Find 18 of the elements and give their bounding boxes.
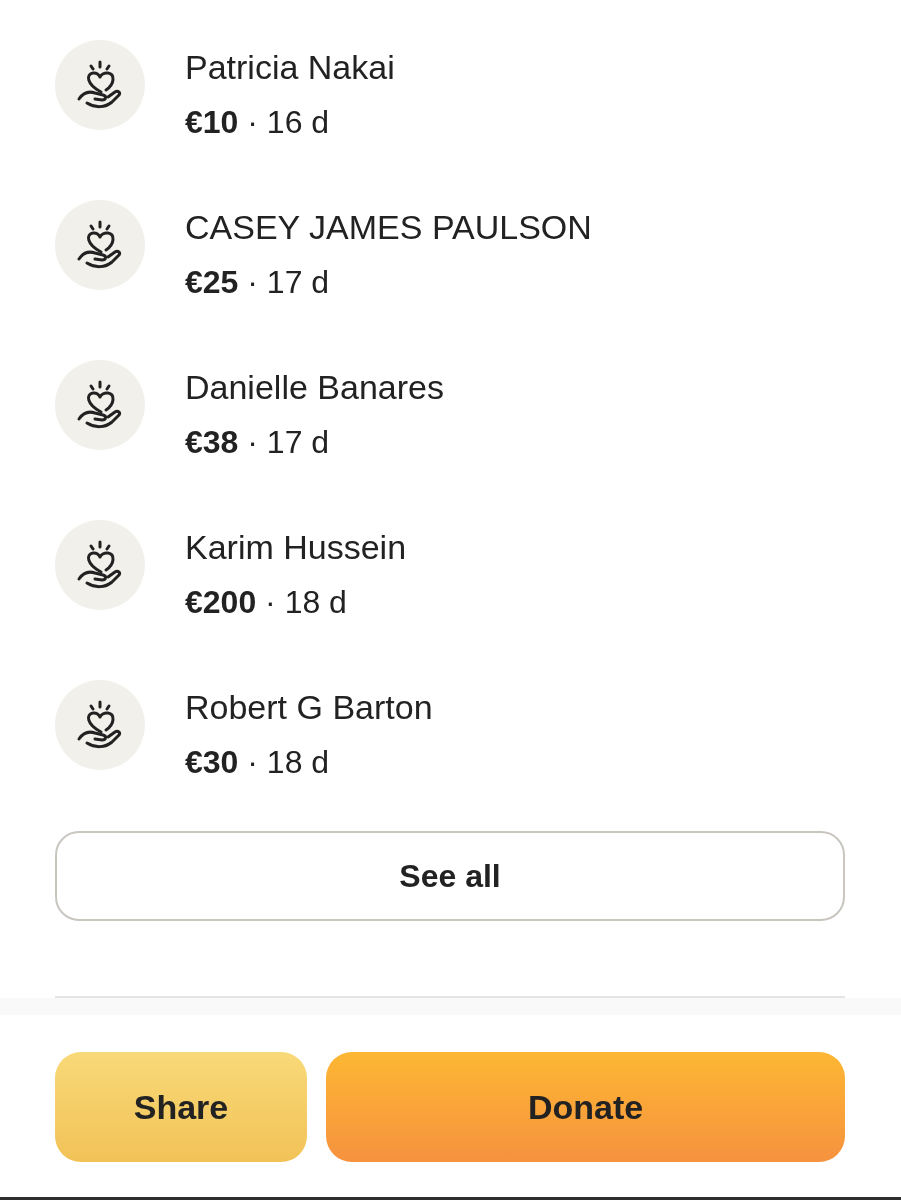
donation-amount-and-age: €200 · 18 d — [185, 583, 348, 622]
donate-button[interactable]: Donate — [326, 1052, 845, 1162]
heart-in-hand-icon — [55, 40, 145, 130]
heart-in-hand-icon — [55, 680, 145, 770]
heart-in-hand-icon — [55, 200, 145, 290]
heart-in-hand-icon — [55, 520, 145, 610]
donation-amount-and-age: €10 · 16 d — [185, 103, 331, 142]
donor-name: Karim Hussein — [185, 527, 407, 568]
donation-amount-and-age: €25 · 17 d — [185, 263, 331, 302]
donor-name: Danielle Banares — [185, 367, 444, 408]
share-button[interactable]: Share — [55, 1052, 307, 1162]
see-all-button[interactable]: See all — [55, 831, 845, 921]
donor-name: CASEY JAMES PAULSON — [185, 207, 592, 248]
donor-name: Patricia Nakai — [185, 47, 395, 88]
donation-amount-and-age: €30 · 18 d — [185, 743, 331, 782]
donor-name: Robert G Barton — [185, 687, 433, 728]
donation-amount-and-age: €38 · 17 d — [185, 423, 331, 462]
heart-in-hand-icon — [55, 360, 145, 450]
